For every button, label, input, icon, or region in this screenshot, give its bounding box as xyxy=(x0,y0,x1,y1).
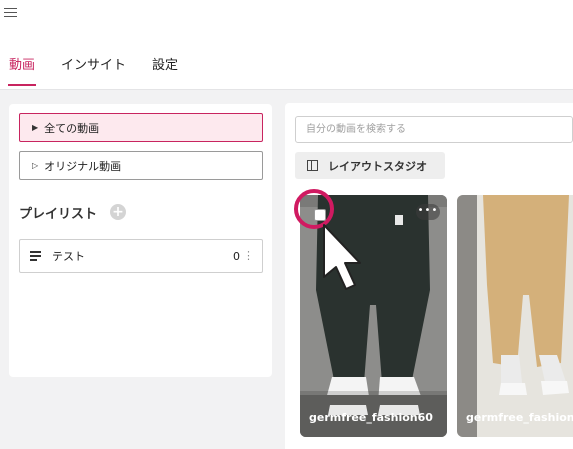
playlist-icon xyxy=(30,251,44,261)
playlist-item[interactable]: テスト 0 ⋮ xyxy=(19,239,263,273)
menu-icon[interactable] xyxy=(4,5,20,19)
all-videos-button[interactable]: ▶ 全ての動画 xyxy=(19,113,263,142)
playlist-heading: プレイリスト xyxy=(19,207,98,222)
more-horizontal-icon[interactable]: ••• xyxy=(416,204,440,220)
tab-settings[interactable]: 設定 xyxy=(152,54,178,73)
all-videos-label: 全ての動画 xyxy=(44,121,100,135)
playlist-name: テスト xyxy=(52,250,85,263)
video-card[interactable]: germfree_fashion xyxy=(457,195,573,437)
triangle-outline-icon: ▷ xyxy=(32,161,39,170)
video-title: germfree_fashion xyxy=(466,411,573,424)
video-title: germfree_fashion60 xyxy=(309,411,433,424)
layout-studio-button[interactable]: レイアウトスタジオ xyxy=(295,152,445,179)
layout-icon xyxy=(307,160,318,171)
tab-insights[interactable]: インサイト xyxy=(61,54,126,73)
top-bar: 動画 インサイト 設定 xyxy=(0,0,573,90)
original-videos-label: オリジナル動画 xyxy=(44,159,122,173)
tab-videos[interactable]: 動画 xyxy=(9,54,35,73)
triangle-filled-icon: ▶ xyxy=(32,123,39,132)
video-thumbnail xyxy=(457,195,573,437)
search-input[interactable] xyxy=(295,116,573,143)
filter-panel: ▶ 全ての動画 ▷ オリジナル動画 プレイリスト + テスト 0 ⋮ xyxy=(9,104,272,377)
mouse-pointer-icon xyxy=(323,224,361,290)
more-vertical-icon[interactable]: ⋮ xyxy=(243,249,254,262)
select-checkbox[interactable] xyxy=(314,209,326,221)
video-panel: レイアウトスタジオ ••• germfree_fashion60 ge xyxy=(285,103,573,449)
active-tab-indicator xyxy=(8,84,36,86)
add-playlist-icon[interactable]: + xyxy=(110,204,126,220)
original-videos-button[interactable]: ▷ オリジナル動画 xyxy=(19,151,263,180)
playlist-count: 0 xyxy=(233,250,240,263)
layout-studio-label: レイアウトスタジオ xyxy=(328,159,427,173)
